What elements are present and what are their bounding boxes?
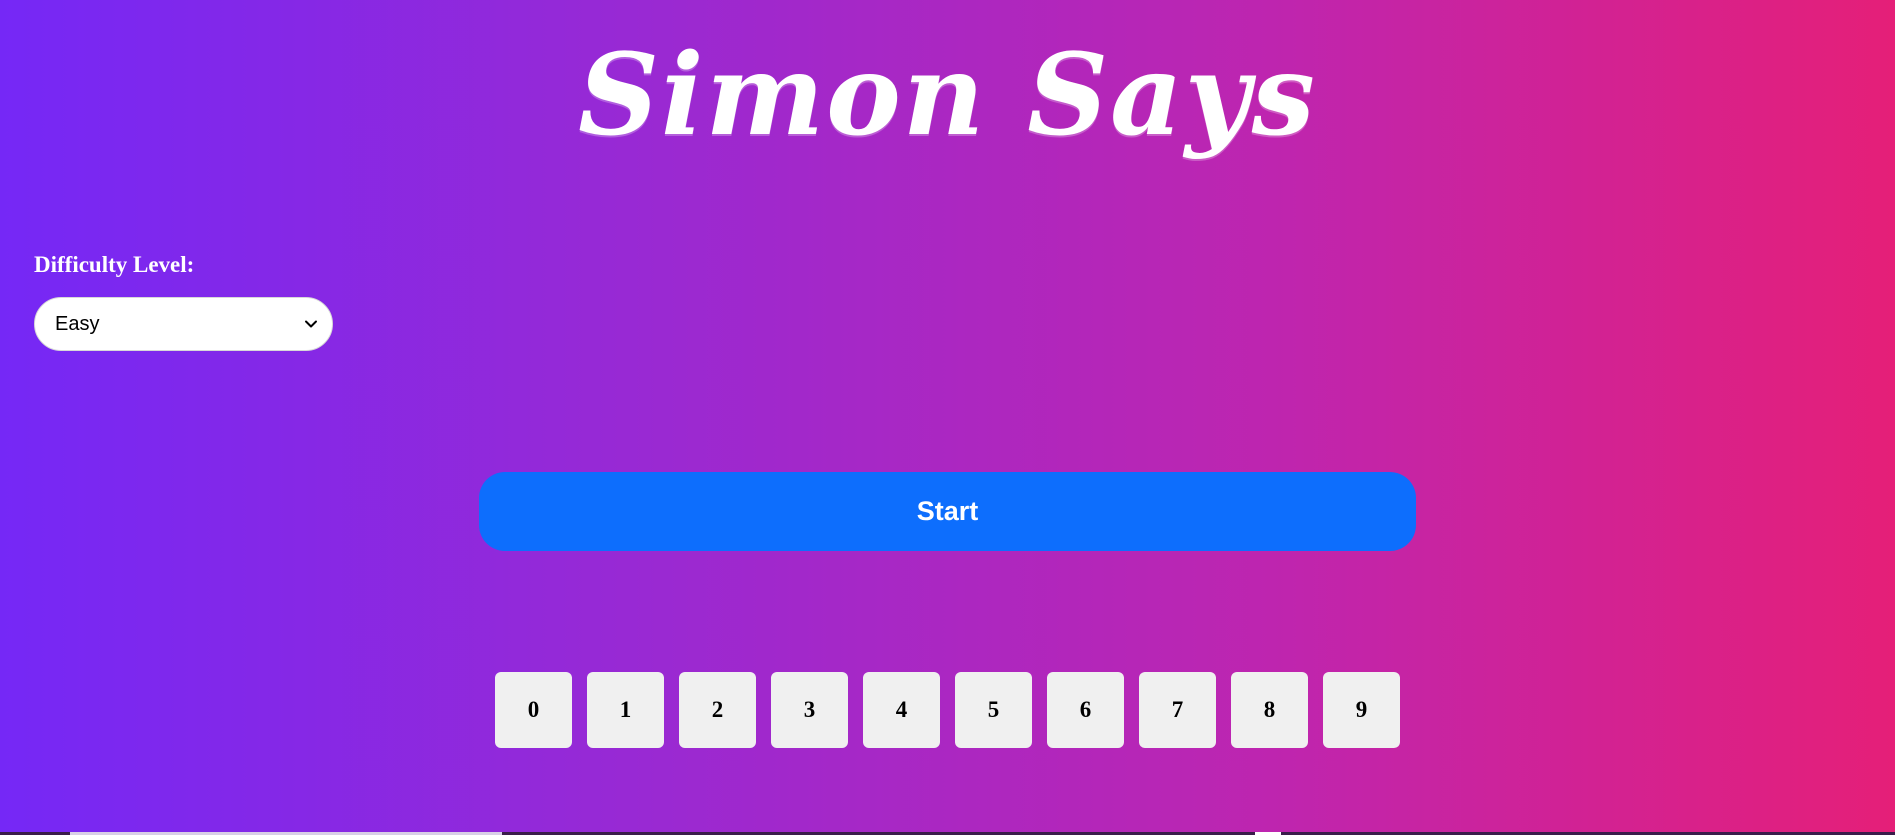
- key-4[interactable]: 4: [863, 672, 940, 748]
- page-title: Simon Says: [578, 29, 1317, 161]
- key-2[interactable]: 2: [679, 672, 756, 748]
- number-keypad: 0 1 2 3 4 5 6 7 8 9: [495, 672, 1400, 748]
- key-7[interactable]: 7: [1139, 672, 1216, 748]
- key-8[interactable]: 8: [1231, 672, 1308, 748]
- key-5[interactable]: 5: [955, 672, 1032, 748]
- start-button[interactable]: Start: [479, 472, 1416, 551]
- key-0[interactable]: 0: [495, 672, 572, 748]
- difficulty-selected-value: Easy: [55, 312, 100, 335]
- chevron-down-icon: [304, 317, 318, 331]
- difficulty-select[interactable]: Easy: [34, 297, 333, 351]
- difficulty-label: Difficulty Level:: [34, 252, 195, 277]
- key-9[interactable]: 9: [1323, 672, 1400, 748]
- key-6[interactable]: 6: [1047, 672, 1124, 748]
- key-3[interactable]: 3: [771, 672, 848, 748]
- key-1[interactable]: 1: [587, 672, 664, 748]
